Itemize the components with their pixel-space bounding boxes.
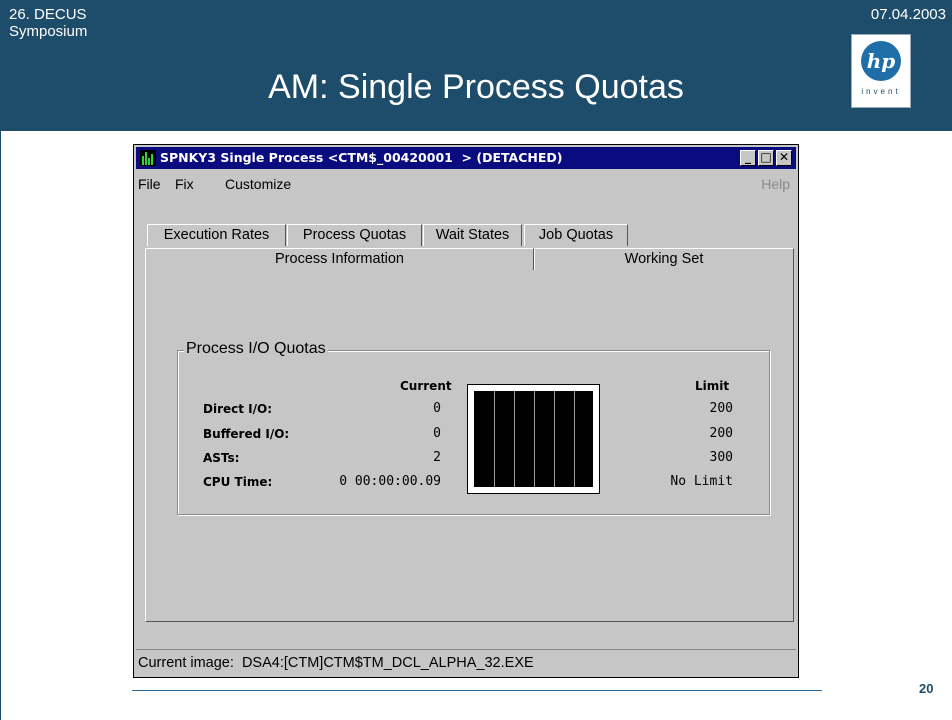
menu-customize[interactable]: Customize — [225, 176, 291, 192]
row-limit: 200 — [709, 426, 733, 441]
slide-header: 26. DECUS Symposium 07.04.2003 AM: Singl… — [0, 0, 952, 131]
slide-left-rule — [0, 131, 1, 720]
row-limit: 300 — [709, 450, 733, 465]
row-limit: 200 — [709, 401, 733, 416]
tab-process-information[interactable]: Process Information — [145, 248, 534, 270]
tab-job-quotas[interactable]: Job Quotas — [524, 224, 628, 246]
menu-fix[interactable]: Fix — [175, 176, 194, 192]
tab-process-quotas[interactable]: Process Quotas — [287, 224, 422, 246]
conference-name: 26. DECUS Symposium — [9, 6, 88, 40]
process-io-quotas-group: Process I/O Quotas Current Limit Direct … — [177, 340, 770, 515]
quota-usage-gauge — [467, 384, 600, 494]
menu-help[interactable]: Help — [761, 176, 790, 192]
window-title: SPNKY3 Single Process <CTM$_00420001 > (… — [160, 150, 563, 165]
app-window: SPNKY3 Single Process <CTM$_00420001 > (… — [133, 144, 799, 678]
row-label: Buffered I/O: — [203, 427, 290, 441]
row-label: Direct I/O: — [203, 402, 273, 416]
row-label: ASTs: — [203, 451, 240, 465]
limit-column-header: Limit — [695, 379, 730, 393]
footer-rule — [132, 690, 822, 691]
row-current: 0 — [433, 426, 441, 441]
tab-execution-rates[interactable]: Execution Rates — [147, 224, 286, 246]
tab-wait-states[interactable]: Wait States — [423, 224, 522, 246]
slide-title: AM: Single Process Quotas — [268, 68, 684, 106]
group-title: Process I/O Quotas — [184, 340, 328, 358]
page-number: 20 — [919, 681, 934, 696]
app-chart-icon — [140, 150, 156, 166]
row-current: 2 — [433, 450, 441, 465]
minimize-button[interactable]: _ — [740, 150, 756, 166]
row-current: 0 00:00:00.09 — [339, 474, 441, 489]
hp-logo-tagline: invent — [861, 87, 901, 96]
row-label: CPU Time: — [203, 475, 273, 489]
tab-panel: Process I/O Quotas Current Limit Direct … — [145, 270, 794, 622]
menu-file[interactable]: File — [138, 176, 161, 192]
menu-bar: File Fix Customize Help — [136, 173, 796, 195]
row-current: 0 — [433, 401, 441, 416]
hp-logo: hp invent — [851, 34, 911, 108]
close-button[interactable]: ✕ — [776, 150, 792, 166]
slide-date: 07.04.2003 — [870, 6, 946, 23]
window-titlebar[interactable]: SPNKY3 Single Process <CTM$_00420001 > (… — [136, 147, 796, 169]
row-limit: No Limit — [670, 474, 733, 489]
tab-working-set[interactable]: Working Set — [534, 248, 794, 270]
maximize-button[interactable]: □ — [758, 150, 774, 166]
current-column-header: Current — [400, 379, 452, 393]
hp-logo-mark: hp — [861, 41, 901, 81]
status-bar: Current image: DSA4:[CTM]CTM$TM_DCL_ALPH… — [136, 649, 796, 675]
